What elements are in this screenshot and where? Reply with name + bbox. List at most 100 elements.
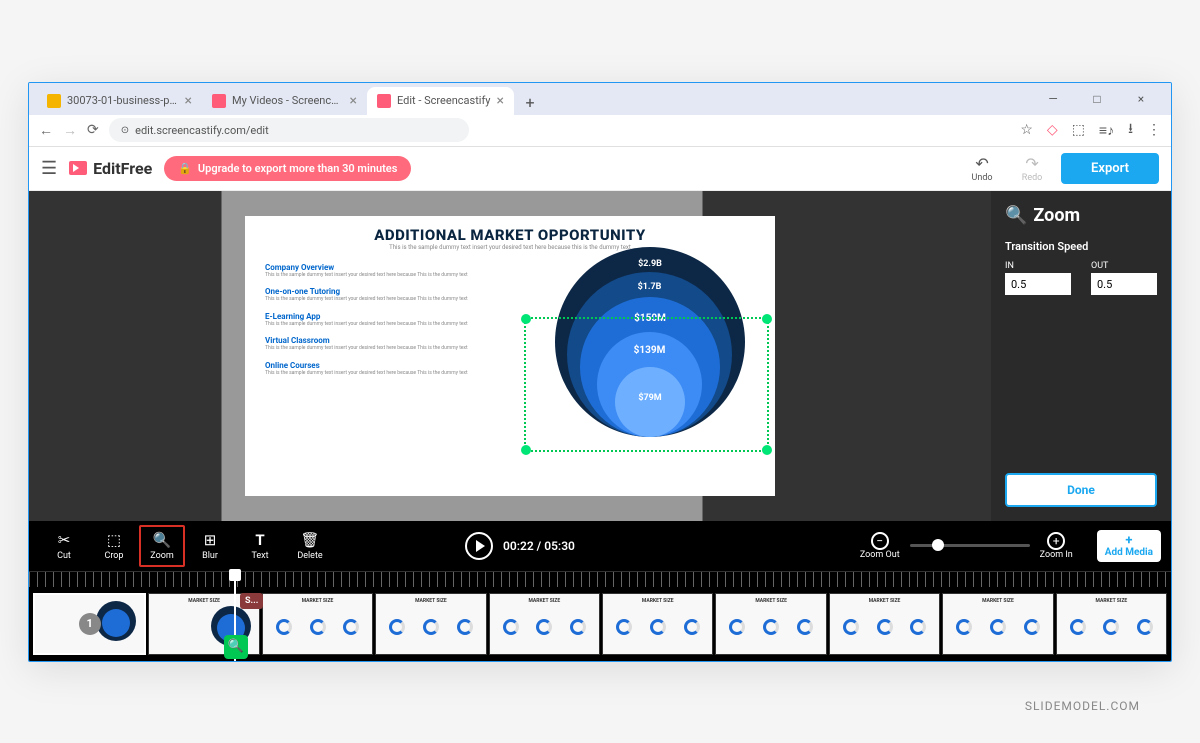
logo-text: EditFree [93, 159, 152, 178]
trash-icon: 🗑 [300, 531, 319, 549]
blur-icon: ⊞ [204, 531, 217, 549]
bookmark-icon[interactable]: ☆ [1020, 122, 1033, 138]
extension-icon[interactable]: ◇ [1047, 122, 1058, 138]
upgrade-button[interactable]: 🔒 Upgrade to export more than 30 minutes [164, 156, 411, 181]
slide-item-heading: Online Courses [265, 361, 525, 370]
speed-out-input[interactable] [1091, 273, 1157, 295]
timeline-thumb[interactable]: MARKET SIZE [489, 593, 600, 655]
timeline-thumb[interactable]: MARKET SIZE [942, 593, 1053, 655]
favicon-icon [47, 94, 61, 108]
minimize-icon[interactable]: — [1039, 92, 1067, 106]
cut-tool[interactable]: ✂Cut [39, 527, 89, 565]
export-label: Export [1091, 161, 1129, 176]
timeline-thumb[interactable]: MARKET SIZE [602, 593, 713, 655]
speed-in-input[interactable] [1005, 273, 1071, 295]
plus-circle-icon: + [1047, 532, 1065, 550]
redo-icon: ↷ [1025, 154, 1038, 173]
editor-area: ADDITIONAL MARKET OPPORTUNITY This is th… [29, 191, 1171, 521]
clip-badge[interactable]: S... [240, 593, 263, 609]
transition-speed-label: Transition Speed [1005, 240, 1157, 253]
browser-tab[interactable]: My Videos - Screencastify × [202, 87, 367, 115]
logo-icon [69, 161, 87, 175]
resize-handle-tl[interactable] [521, 314, 531, 324]
slide-item-heading: One-on-one Tutoring [265, 287, 525, 296]
redo-label: Redo [1022, 173, 1043, 183]
zoom-out-label: Zoom Out [860, 550, 900, 560]
browser-tab-active[interactable]: Edit - Screencastify × [367, 87, 514, 115]
slide-item-heading: E-Learning App [265, 312, 525, 321]
undo-icon: ↶ [975, 154, 988, 173]
timeline-thumb[interactable]: MARKET SIZE [829, 593, 940, 655]
zoom-properties-panel: 🔍 Zoom Transition Speed IN OUT Done [991, 191, 1171, 521]
done-button[interactable]: Done [1005, 473, 1157, 507]
magnifier-icon: 🔍 [228, 639, 244, 654]
tab-close-icon[interactable]: × [497, 93, 504, 109]
redo-button[interactable]: ↷ Redo [1011, 154, 1053, 183]
reload-button[interactable]: ⟳ [87, 122, 99, 138]
resize-handle-tr[interactable] [762, 314, 772, 324]
add-media-button[interactable]: +Add Media [1097, 530, 1161, 562]
in-label: IN [1005, 261, 1071, 271]
text-tool[interactable]: TText [235, 527, 285, 565]
download-icon[interactable]: ⭳ [1128, 118, 1133, 142]
maximize-icon[interactable]: □ [1083, 92, 1111, 106]
zoom-out-button[interactable]: −Zoom Out [860, 532, 900, 560]
play-button[interactable] [465, 532, 493, 560]
timeline-thumb[interactable]: MARKET SIZE [375, 593, 486, 655]
zoom-in-button[interactable]: +Zoom In [1040, 532, 1073, 560]
timeline-thumb[interactable]: 1 [33, 593, 146, 655]
canvas-area[interactable]: ADDITIONAL MARKET OPPORTUNITY This is th… [29, 191, 991, 521]
url-input[interactable]: ⊙ edit.screencastify.com/edit [109, 118, 469, 142]
magnifier-icon: 🔍 [153, 531, 172, 549]
export-button[interactable]: Export [1061, 153, 1159, 184]
slider-thumb[interactable] [932, 539, 944, 551]
timeline-thumb[interactable]: MARKET SIZE [715, 593, 826, 655]
watermark: SLIDEMODEL.COM [1025, 699, 1140, 713]
add-media-label: Add Media [1105, 547, 1153, 558]
tab-title: 30073-01-business-pitch-deck [67, 94, 179, 107]
forward-button[interactable]: → [63, 122, 77, 139]
undo-button[interactable]: ↶ Undo [961, 154, 1003, 183]
panel-title-text: Zoom [1033, 205, 1080, 226]
tool-label: Delete [297, 551, 322, 561]
zoom-slider[interactable] [910, 544, 1030, 547]
blur-tool[interactable]: ⊞Blur [185, 527, 235, 565]
reading-list-icon[interactable]: ≡♪ [1099, 122, 1114, 139]
zoom-effect-marker[interactable]: 🔍 [224, 635, 248, 659]
favicon-icon [212, 94, 226, 108]
app-logo[interactable]: EditFree [69, 159, 152, 178]
menu-hamburger-icon[interactable]: ☰ [41, 158, 57, 179]
close-icon[interactable]: × [1127, 92, 1155, 106]
lock-icon: 🔒 [178, 162, 192, 175]
slide-item-text: This is the sample dummy text insert you… [265, 345, 525, 352]
browser-tabs-bar: 30073-01-business-pitch-deck × My Videos… [29, 83, 1171, 115]
zoom-selection-box[interactable] [524, 317, 769, 452]
tab-close-icon[interactable]: × [350, 93, 357, 109]
site-info-icon[interactable]: ⊙ [121, 125, 129, 136]
browser-tab[interactable]: 30073-01-business-pitch-deck × [37, 87, 202, 115]
menu-icon[interactable]: ⋮ [1147, 122, 1161, 138]
minus-circle-icon: − [871, 532, 889, 550]
zoom-tool[interactable]: 🔍Zoom [139, 525, 185, 567]
timeline-thumb[interactable]: MARKET SIZE [262, 593, 373, 655]
slide-list: Company Overview This is the sample dummy… [265, 263, 525, 457]
magnifier-icon: 🔍 [1005, 205, 1027, 226]
slide-item-text: This is the sample dummy text insert you… [265, 321, 525, 328]
timeline[interactable]: 1 MARKET SIZE MARKET SIZE MARKET SIZE MA… [29, 587, 1171, 661]
tool-label: Cut [57, 551, 71, 561]
tab-close-icon[interactable]: × [185, 93, 192, 109]
timeline-thumb[interactable]: MARKET SIZE [1056, 593, 1167, 655]
delete-tool[interactable]: 🗑 Delete [285, 527, 335, 565]
new-tab-button[interactable]: + [518, 91, 542, 115]
resize-handle-bl[interactable] [521, 445, 531, 455]
crop-tool[interactable]: ⬚Crop [89, 527, 139, 565]
playback-time: 00:22 / 05:30 [503, 539, 575, 553]
back-button[interactable]: ← [39, 122, 53, 139]
slide-item-text: This is the sample dummy text insert you… [265, 296, 525, 303]
text-icon: T [255, 531, 264, 549]
out-label: OUT [1091, 261, 1157, 271]
extensions-icon[interactable]: ⬚ [1072, 122, 1085, 138]
timeline-ruler[interactable] [29, 571, 1171, 587]
slide-item-heading: Company Overview [265, 263, 525, 272]
resize-handle-br[interactable] [762, 445, 772, 455]
